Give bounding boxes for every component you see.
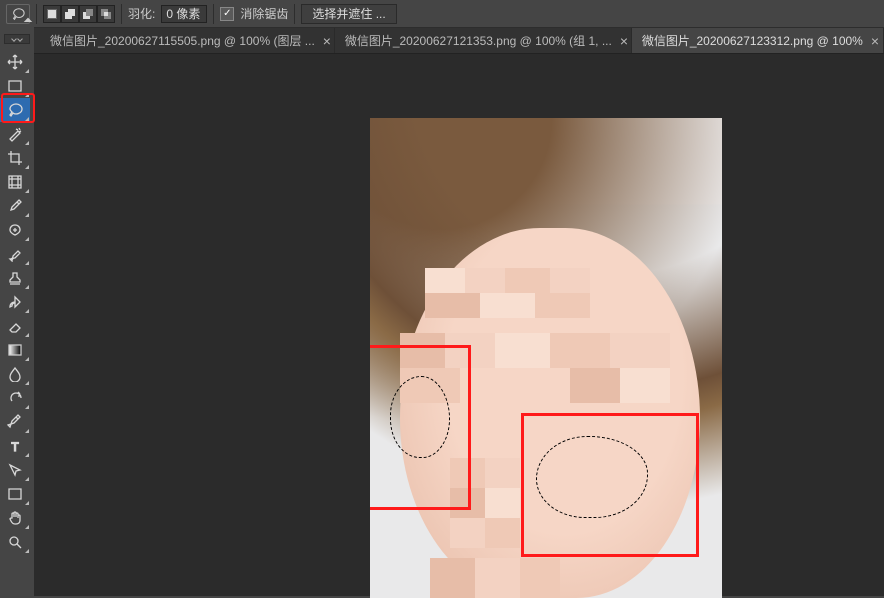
select-and-mask-button[interactable]: 选择并遮住 ... [301, 4, 396, 24]
lasso-icon [7, 102, 23, 118]
close-icon[interactable]: × [620, 34, 628, 48]
close-icon[interactable]: × [871, 34, 879, 48]
crop-icon [7, 150, 23, 166]
healing-brush-tool[interactable] [0, 218, 30, 242]
zoom-icon [7, 534, 23, 550]
selection-mode-group [43, 5, 115, 23]
pen-tool[interactable] [0, 410, 30, 434]
selection-new[interactable] [43, 5, 61, 23]
path-select-tool[interactable] [0, 458, 30, 482]
antialias-checkbox[interactable]: ✓ [220, 7, 234, 21]
frame-icon [7, 174, 23, 190]
tab-label: 微信图片_20200627115505.png @ 100% (图层 ... [50, 32, 315, 49]
tab-label: 微信图片_20200627121353.png @ 100% (组 1, ... [345, 32, 612, 49]
hand-tool[interactable] [0, 506, 30, 530]
subtract-icon [82, 8, 94, 20]
selection-marquee-left [390, 376, 450, 458]
eyedropper-tool[interactable] [0, 194, 30, 218]
lasso-tool[interactable] [0, 98, 30, 122]
mosaic-forehead [425, 268, 590, 318]
rect-marquee-icon [7, 78, 23, 94]
divider [213, 4, 214, 24]
history-brush-tool[interactable] [0, 290, 30, 314]
selection-intersect[interactable] [97, 5, 115, 23]
move-icon [7, 54, 23, 70]
history-brush-icon [7, 294, 23, 310]
toolbox: T [0, 26, 34, 596]
workspace [34, 54, 884, 596]
add-icon [64, 8, 76, 20]
eraser-icon [7, 318, 23, 334]
move-tool[interactable] [0, 50, 30, 74]
path-select-icon [7, 462, 23, 478]
magic-wand-icon [7, 126, 23, 142]
tab-label: 微信图片_20200627123312.png @ 100% [642, 32, 863, 49]
gradient-icon [7, 342, 23, 358]
shape-icon [7, 486, 23, 502]
blur-tool[interactable] [0, 362, 30, 386]
dodge-icon [7, 390, 23, 406]
intersect-icon [100, 8, 112, 20]
eyedropper-icon [7, 198, 23, 214]
divider [294, 4, 295, 24]
close-icon[interactable]: × [323, 34, 331, 48]
canvas[interactable] [370, 118, 722, 598]
document-tabs: 微信图片_20200627115505.png @ 100% (图层 ...×微… [0, 28, 884, 54]
magic-wand-tool[interactable] [0, 122, 30, 146]
antialias-label: 消除锯齿 [240, 5, 288, 22]
document-tab[interactable]: 微信图片_20200627121353.png @ 100% (组 1, ...… [335, 28, 632, 53]
crop-tool[interactable] [0, 146, 30, 170]
active-tool-indicator[interactable] [6, 4, 30, 24]
blur-icon [7, 366, 23, 382]
select-and-mask-label: 选择并遮住 ... [312, 5, 385, 22]
rect-marquee-tool[interactable] [0, 74, 30, 98]
selection-marquee-right [536, 436, 648, 518]
pen-icon [7, 414, 23, 430]
shape-tool[interactable] [0, 482, 30, 506]
gradient-tool[interactable] [0, 338, 30, 362]
eraser-tool[interactable] [0, 314, 30, 338]
hand-icon [7, 510, 23, 526]
feather-label: 羽化: [128, 5, 155, 22]
divider [36, 4, 37, 24]
selection-add[interactable] [61, 5, 79, 23]
toolbox-collapse[interactable] [4, 34, 30, 44]
lasso-icon [11, 7, 25, 21]
divider [121, 4, 122, 24]
dodge-tool[interactable] [0, 386, 30, 410]
clone-stamp-tool[interactable] [0, 266, 30, 290]
frame-tool[interactable] [0, 170, 30, 194]
feather-input[interactable] [161, 5, 207, 23]
options-bar: 羽化: ✓ 消除锯齿 选择并遮住 ... [0, 0, 884, 28]
brush-tool[interactable] [0, 242, 30, 266]
healing-brush-icon [7, 222, 23, 238]
selection-subtract[interactable] [79, 5, 97, 23]
document-tab[interactable]: 微信图片_20200627115505.png @ 100% (图层 ... × [40, 28, 335, 53]
document-tab[interactable]: 微信图片_20200627123312.png @ 100% × [632, 28, 884, 53]
type-icon: T [7, 438, 23, 454]
zoom-tool[interactable] [0, 530, 30, 554]
clone-stamp-icon [7, 270, 23, 286]
type-tool[interactable]: T [0, 434, 30, 458]
brush-icon [7, 246, 23, 262]
mosaic-mouth [430, 558, 560, 598]
svg-text:T: T [11, 440, 19, 454]
